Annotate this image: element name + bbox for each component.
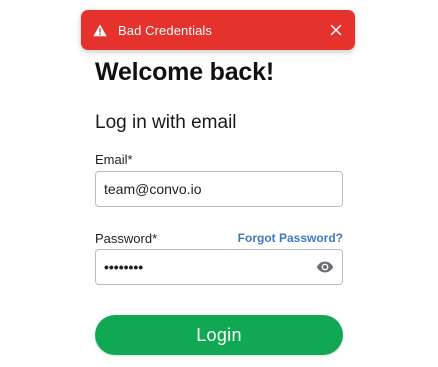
toast-message: Bad Credentials (118, 22, 212, 38)
email-label: Email* (95, 152, 133, 167)
password-label: Password* (95, 231, 158, 246)
forgot-password-link[interactable]: Forgot Password? (238, 231, 343, 245)
page-subtitle: Log in with email (95, 112, 237, 133)
eye-icon[interactable] (316, 260, 334, 274)
password-field[interactable]: •••••••• (95, 249, 343, 285)
password-value: •••••••• (104, 259, 144, 275)
email-field-container (95, 171, 343, 207)
error-toast: Bad Credentials (81, 10, 355, 50)
warning-triangle-icon (93, 24, 107, 37)
page-title: Welcome back! (95, 58, 274, 86)
login-button[interactable]: Login (95, 315, 343, 355)
email-field[interactable] (104, 181, 334, 197)
close-icon[interactable] (327, 21, 345, 39)
